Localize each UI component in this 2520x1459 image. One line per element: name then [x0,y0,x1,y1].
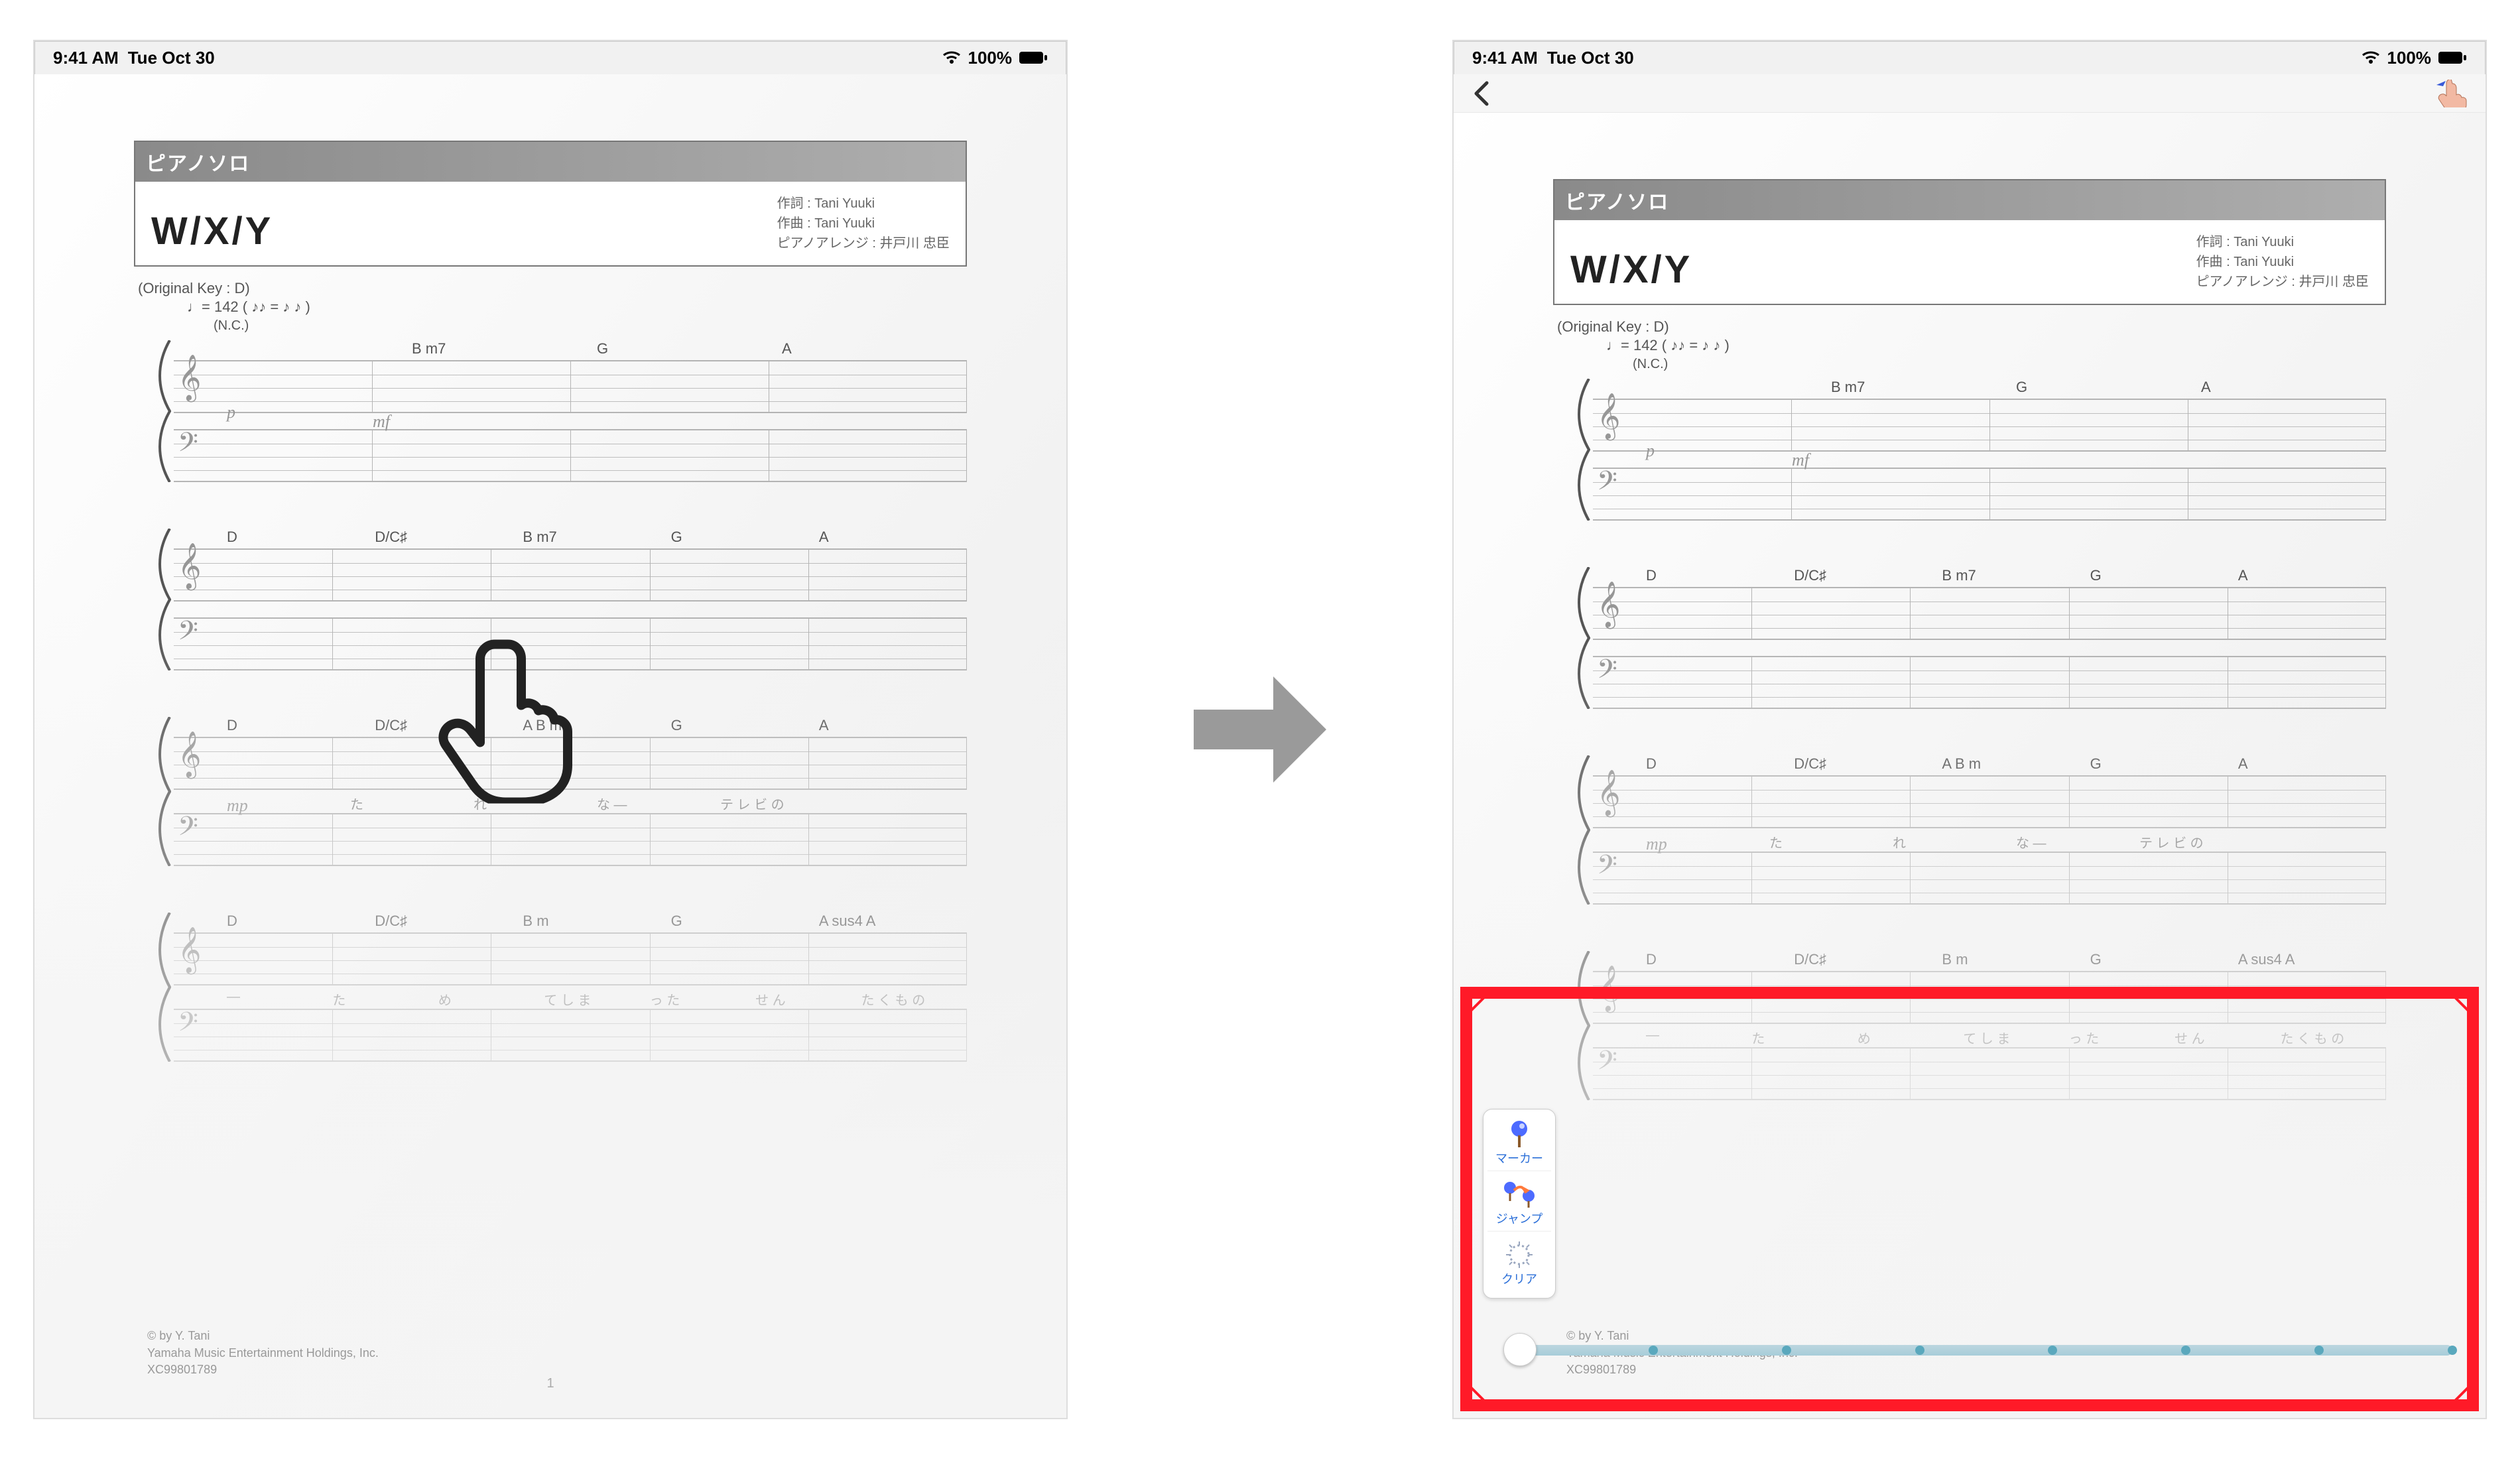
battery-icon [2438,50,2467,65]
jump-label: ジャンプ [1487,1210,1551,1227]
staff-system: DD/C♯B m7GA 𝄞 𝄢 [134,529,967,670]
slider-thumb[interactable] [1503,1333,1537,1366]
wifi-icon [942,50,962,66]
gesture-toggle-button[interactable] [2435,80,2467,107]
arrow-icon [1187,657,1333,802]
status-time: 9:41 AM [53,48,119,68]
tablet-after: 9:41 AM Tue Oct 30 100% [1452,40,2487,1419]
category-strip: ピアノソロ [1554,180,2385,220]
status-date: Tue Oct 30 [1547,48,1634,68]
treble-clef-icon: 𝄞 [178,355,201,401]
status-time: 9:41 AM [1472,48,1538,68]
clear-label: クリア [1487,1270,1551,1287]
status-bar: 9:41 AM Tue Oct 30 100% [34,41,1066,74]
marker-button[interactable]: マーカー [1487,1116,1551,1171]
bass-staff: 𝄢 mf [174,429,967,482]
page-slider[interactable] [1520,1345,2452,1356]
bass-clef-icon: 𝄢 [178,428,198,465]
chord-row: B m7 G A [134,340,967,357]
title-box: ピアノソロ W/X/Y 作詞 : Tani Yuuki 作曲 : Tani Yu… [134,141,967,267]
staff-system: DD/C♯B mGA sus4 A 𝄞 —ためて し まっ たせ んた く も … [134,913,967,1062]
status-bar: 9:41 AM Tue Oct 30 100% [1454,41,2486,74]
piano-brace [154,340,171,482]
credits-block: 作詞 : Tani Yuuki 作曲 : Tani Yuuki ピアノアレンジ … [2196,232,2369,292]
nc-label: (N.C.) [214,318,967,334]
clear-button[interactable]: クリア [1487,1237,1551,1291]
staff-system: B m7 G A 𝄞 p 𝄢 mf [134,340,967,482]
category-strip: ピアノソロ [135,142,966,182]
song-title: W/X/Y [151,209,273,253]
nc-label: (N.C.) [1633,357,2386,372]
jump-button[interactable]: ジャンプ [1487,1176,1551,1232]
battery-icon [1019,50,1048,65]
back-button[interactable] [1472,80,1492,107]
status-date: Tue Oct 30 [128,48,215,68]
dynamic-p: p [227,403,235,422]
treble-staff: 𝄞 p [174,360,967,413]
marker-label: マーカー [1487,1149,1551,1167]
dynamic-mf: mf [373,412,390,432]
copyright-block: © by Y. Tani Yamaha Music Entertainment … [147,1328,379,1378]
tool-rail: マーカー ジャンプ クリア [1483,1109,1556,1299]
jump-icon [1487,1179,1551,1210]
battery-text: 100% [2387,48,2432,68]
page-number: 1 [546,1376,554,1391]
wifi-icon [2361,50,2381,66]
title-box: ピアノソロ W/X/Y 作詞 : Tani Yuuki 作曲 : Tani Yu… [1553,179,2386,305]
tempo-label: ♩= 142 ( ♪♪ = ♪ ♪ ) [187,298,967,316]
staff-system: DD/C♯A B mGA 𝄞 たれな —テ レ ビ の 𝄢mp [134,717,967,866]
clear-icon [1487,1239,1551,1270]
song-title: W/X/Y [1570,247,1692,292]
sheet-music-page[interactable]: ピアノソロ W/X/Y 作詞 : Tani Yuuki 作曲 : Tani Yu… [34,74,1066,1418]
original-key-label: (Original Key : D) [1557,318,2386,336]
credits-block: 作詞 : Tani Yuuki 作曲 : Tani Yuuki ピアノアレンジ … [777,194,950,253]
original-key-label: (Original Key : D) [138,280,967,297]
nav-bar [1454,74,2486,113]
pin-icon [1487,1119,1551,1149]
sheet-music-page[interactable]: ピアノソロ W/X/Y 作詞 : Tani Yuuki 作曲 : Tani Yu… [1454,113,2486,1418]
battery-text: 100% [968,48,1013,68]
tempo-label: ♩= 142 ( ♪♪ = ♪ ♪ ) [1606,337,2386,354]
tablet-before: 9:41 AM Tue Oct 30 100% ピアノソロ W/X/Y 作 [33,40,1068,1419]
